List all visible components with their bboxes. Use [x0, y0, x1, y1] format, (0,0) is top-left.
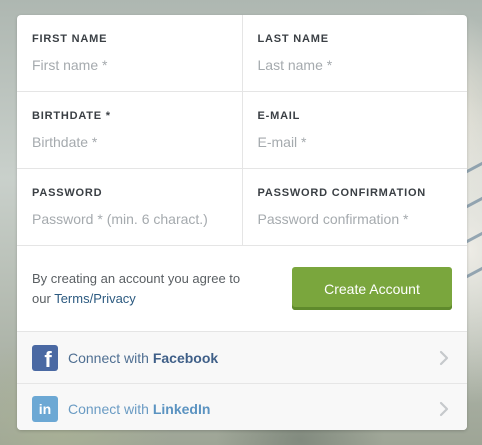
connect-linkedin-prefix: Connect with [68, 401, 149, 417]
facebook-icon: f [32, 344, 58, 371]
birthdate-cell: BIRTHDATE * [17, 92, 242, 168]
name-row: FIRST NAME LAST NAME [17, 15, 467, 92]
last-name-cell: LAST NAME [241, 15, 468, 91]
last-name-label: LAST NAME [257, 33, 329, 45]
terms-privacy-link[interactable]: Terms/Privacy [54, 291, 136, 306]
password-row: PASSWORD PASSWORD CONFIRMATION [17, 169, 467, 246]
connect-facebook-prefix: Connect with [68, 349, 149, 366]
connect-linkedin-name: LinkedIn [152, 401, 211, 417]
connect-linkedin-label: Connect with LinkedIn [68, 401, 436, 417]
first-name-cell: FIRST NAME [17, 15, 242, 91]
password-label: PASSWORD [32, 187, 103, 199]
connect-linkedin-button[interactable]: in Connect with LinkedIn [17, 383, 467, 430]
email-cell: E-MAIL [241, 92, 468, 168]
agreement-prefix: our [32, 290, 51, 306]
connect-facebook-button[interactable]: f Connect with Facebook [17, 332, 467, 383]
password-confirmation-input[interactable] [257, 211, 448, 227]
birthdate-input[interactable] [32, 134, 222, 150]
agreement-line1: By creating an account you agree to [32, 270, 241, 286]
chevron-right-icon [439, 350, 449, 365]
create-account-button[interactable]: Create Account [292, 267, 452, 310]
signup-card: FIRST NAME LAST NAME BIRTHDATE * E-MAIL … [17, 15, 467, 430]
email-label: E-MAIL [257, 110, 301, 122]
agreement-row: By creating an account you agree to our … [17, 246, 467, 332]
connect-facebook-name: Facebook [152, 349, 219, 366]
password-cell: PASSWORD [17, 169, 242, 245]
linkedin-icon: in [32, 396, 58, 422]
password-input[interactable] [32, 211, 222, 227]
first-name-label: FIRST NAME [32, 33, 108, 45]
agreement-text: By creating an account you agree to our … [32, 269, 240, 309]
connect-facebook-label: Connect with Facebook [68, 350, 436, 366]
first-name-input[interactable] [32, 57, 222, 73]
birthdate-label: BIRTHDATE * [32, 110, 111, 122]
password-confirmation-cell: PASSWORD CONFIRMATION [241, 169, 468, 245]
email-input[interactable] [257, 134, 448, 150]
last-name-input[interactable] [257, 57, 448, 73]
birthdate-email-row: BIRTHDATE * E-MAIL [17, 92, 467, 169]
chevron-right-icon [439, 401, 449, 417]
password-confirmation-label: PASSWORD CONFIRMATION [257, 187, 427, 199]
